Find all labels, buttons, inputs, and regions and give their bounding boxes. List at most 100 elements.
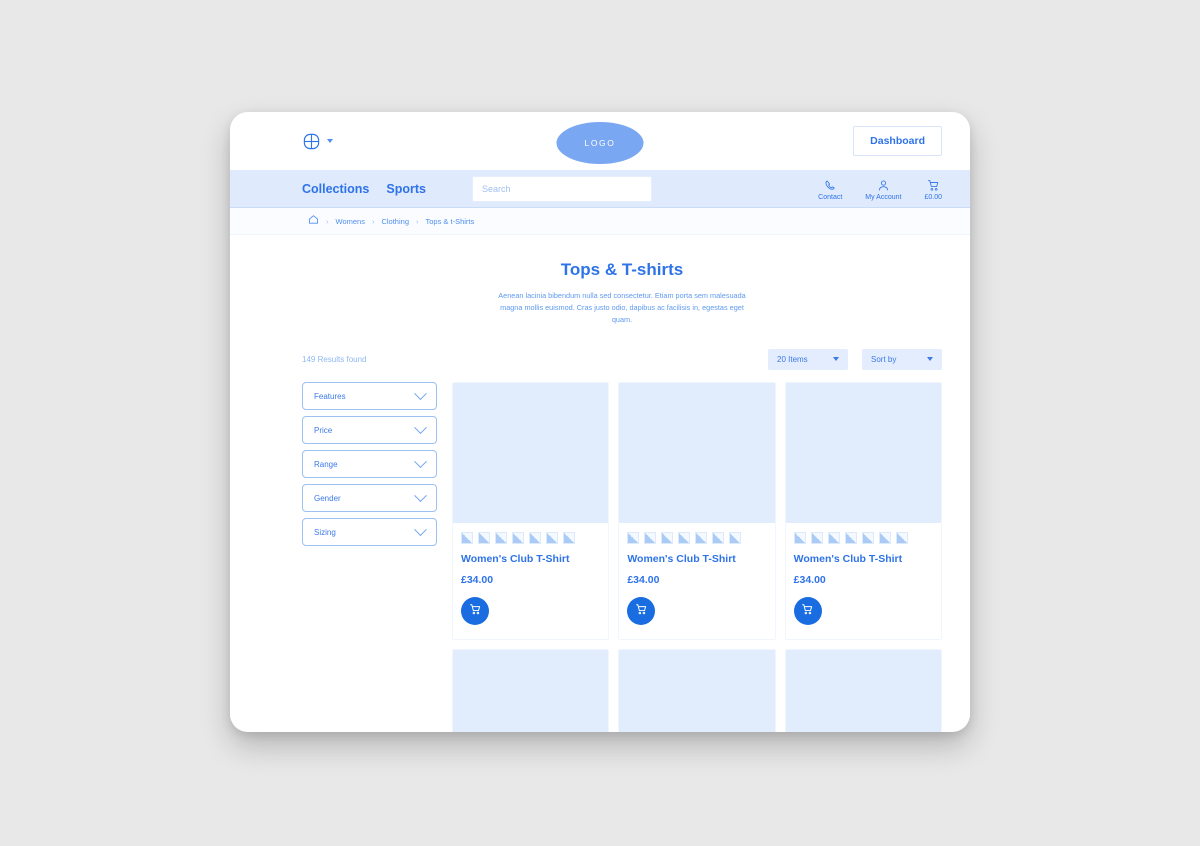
breadcrumb-separator: › (416, 216, 419, 226)
sort-by-dropdown[interactable]: Sort by (862, 348, 942, 370)
product-image-placeholder[interactable] (619, 650, 775, 732)
product-price: £34.00 (793, 574, 826, 587)
filter-gender[interactable]: Gender (302, 484, 437, 513)
nav-links: Collections Sports (302, 182, 426, 196)
product-image-placeholder[interactable] (453, 383, 609, 524)
product-info: Women's Club T-Shirt £34.00 (786, 523, 941, 639)
catalog-layout: Features Price Range Gender Sizing Women… (302, 382, 942, 732)
color-swatch[interactable] (512, 532, 524, 545)
product-image-placeholder[interactable] (619, 383, 775, 524)
color-swatch[interactable] (495, 532, 507, 545)
color-swatch[interactable] (793, 532, 806, 545)
dashboard-button[interactable]: Dashboard (853, 126, 942, 156)
page-description: Aenean lacinia bibendum nulla sed consec… (498, 291, 746, 324)
color-swatch[interactable] (678, 532, 691, 545)
cart-icon (469, 603, 482, 619)
chevron-down-icon (414, 455, 427, 468)
product-card[interactable]: Women's Club T-Shirt £34.00 (618, 382, 776, 641)
add-to-cart-button[interactable] (793, 597, 822, 626)
color-swatch[interactable] (546, 532, 558, 545)
results-count: 149 Results found (302, 354, 367, 364)
breadcrumb-item-womens[interactable]: Womens (336, 217, 365, 226)
color-swatch[interactable] (827, 532, 840, 545)
logo-text: LOGO (584, 138, 616, 148)
color-swatch[interactable] (661, 532, 674, 545)
color-swatch[interactable] (461, 532, 473, 545)
site-logo[interactable]: LOGO (556, 122, 644, 164)
filter-label: Range (314, 459, 338, 469)
product-card[interactable]: Women's Club T-Shirt £34.00 (452, 382, 610, 641)
search-input[interactable] (471, 175, 652, 202)
color-swatch[interactable] (861, 532, 874, 545)
page-content: Tops & T-shirts Aenean lacinia bibendum … (230, 260, 970, 732)
breadcrumb-item-tops-tshirts[interactable]: Tops & t-Shirts (426, 217, 475, 226)
my-account-action[interactable]: My Account (865, 179, 901, 201)
product-title[interactable]: Women's Club T-Shirt (461, 553, 600, 565)
chevron-down-icon (414, 421, 427, 434)
main-navigation: Collections Sports Contact (230, 170, 970, 208)
product-card[interactable] (784, 649, 942, 732)
items-per-page-dropdown[interactable]: 20 Items (768, 348, 848, 370)
color-swatches (627, 532, 766, 545)
phone-icon (824, 179, 837, 192)
color-swatch[interactable] (712, 532, 725, 545)
cart-icon (801, 603, 814, 619)
items-per-page-label: 20 Items (777, 354, 808, 364)
search-container (471, 175, 652, 202)
home-icon[interactable] (308, 212, 319, 230)
breadcrumb-separator: › (326, 216, 329, 226)
color-swatch[interactable] (878, 532, 891, 545)
page-title: Tops & T-shirts (560, 260, 684, 279)
filter-sizing[interactable]: Sizing (302, 518, 437, 547)
add-to-cart-button[interactable] (461, 597, 489, 626)
product-price: £34.00 (627, 574, 660, 587)
color-swatch[interactable] (478, 532, 490, 545)
filter-features[interactable]: Features (302, 382, 437, 411)
product-info: Women's Club T-Shirt £34.00 (619, 523, 774, 639)
product-image-placeholder[interactable] (785, 650, 941, 732)
color-swatch[interactable] (810, 532, 823, 545)
product-card[interactable] (618, 649, 776, 732)
caret-down-icon (327, 139, 333, 143)
filters-sidebar: Features Price Range Gender Sizing (302, 382, 437, 732)
sort-by-label: Sort by (871, 354, 897, 364)
breadcrumb: › Womens › Clothing › Tops & t-Shirts (230, 208, 970, 235)
product-title[interactable]: Women's Club T-Shirt (794, 553, 933, 565)
language-selector[interactable] (302, 132, 333, 151)
user-icon (877, 179, 890, 192)
contact-action[interactable]: Contact (818, 179, 842, 201)
filter-label: Features (314, 391, 346, 401)
filter-label: Gender (314, 493, 341, 503)
product-info: Women's Club T-Shirt £34.00 (453, 523, 608, 639)
nav-link-collections[interactable]: Collections (302, 182, 369, 196)
breadcrumb-item-clothing[interactable]: Clothing (381, 217, 409, 226)
color-swatch[interactable] (644, 532, 657, 545)
product-card[interactable] (452, 649, 610, 732)
product-card[interactable]: Women's Club T-Shirt £34.00 (784, 382, 942, 641)
filter-price[interactable]: Price (302, 416, 437, 445)
product-grid: Women's Club T-Shirt £34.00 Women's Club… (452, 382, 942, 732)
add-to-cart-button[interactable] (627, 597, 656, 626)
product-image-placeholder[interactable] (453, 650, 609, 732)
product-title[interactable]: Women's Club T-Shirt (627, 553, 766, 565)
nav-link-sports[interactable]: Sports (386, 182, 426, 196)
color-swatch[interactable] (695, 532, 708, 545)
chevron-down-icon (414, 489, 427, 502)
color-swatch[interactable] (529, 532, 541, 545)
color-swatch[interactable] (844, 532, 857, 545)
color-swatch[interactable] (627, 532, 640, 545)
browser-window: LOGO Dashboard Collections Sports Contac… (230, 112, 970, 732)
toolbar-controls: 20 Items Sort by (768, 348, 942, 370)
cart-icon (927, 179, 940, 192)
filter-label: Sizing (314, 527, 336, 537)
product-image-placeholder[interactable] (785, 383, 941, 524)
my-account-label: My Account (865, 193, 902, 201)
cart-icon (635, 603, 648, 619)
contact-label: Contact (818, 193, 843, 201)
globe-icon (302, 132, 321, 151)
color-swatch[interactable] (563, 532, 575, 545)
color-swatch[interactable] (895, 532, 908, 545)
filter-range[interactable]: Range (302, 450, 437, 479)
color-swatch[interactable] (729, 532, 742, 545)
cart-action[interactable]: £0.00 (924, 179, 942, 201)
